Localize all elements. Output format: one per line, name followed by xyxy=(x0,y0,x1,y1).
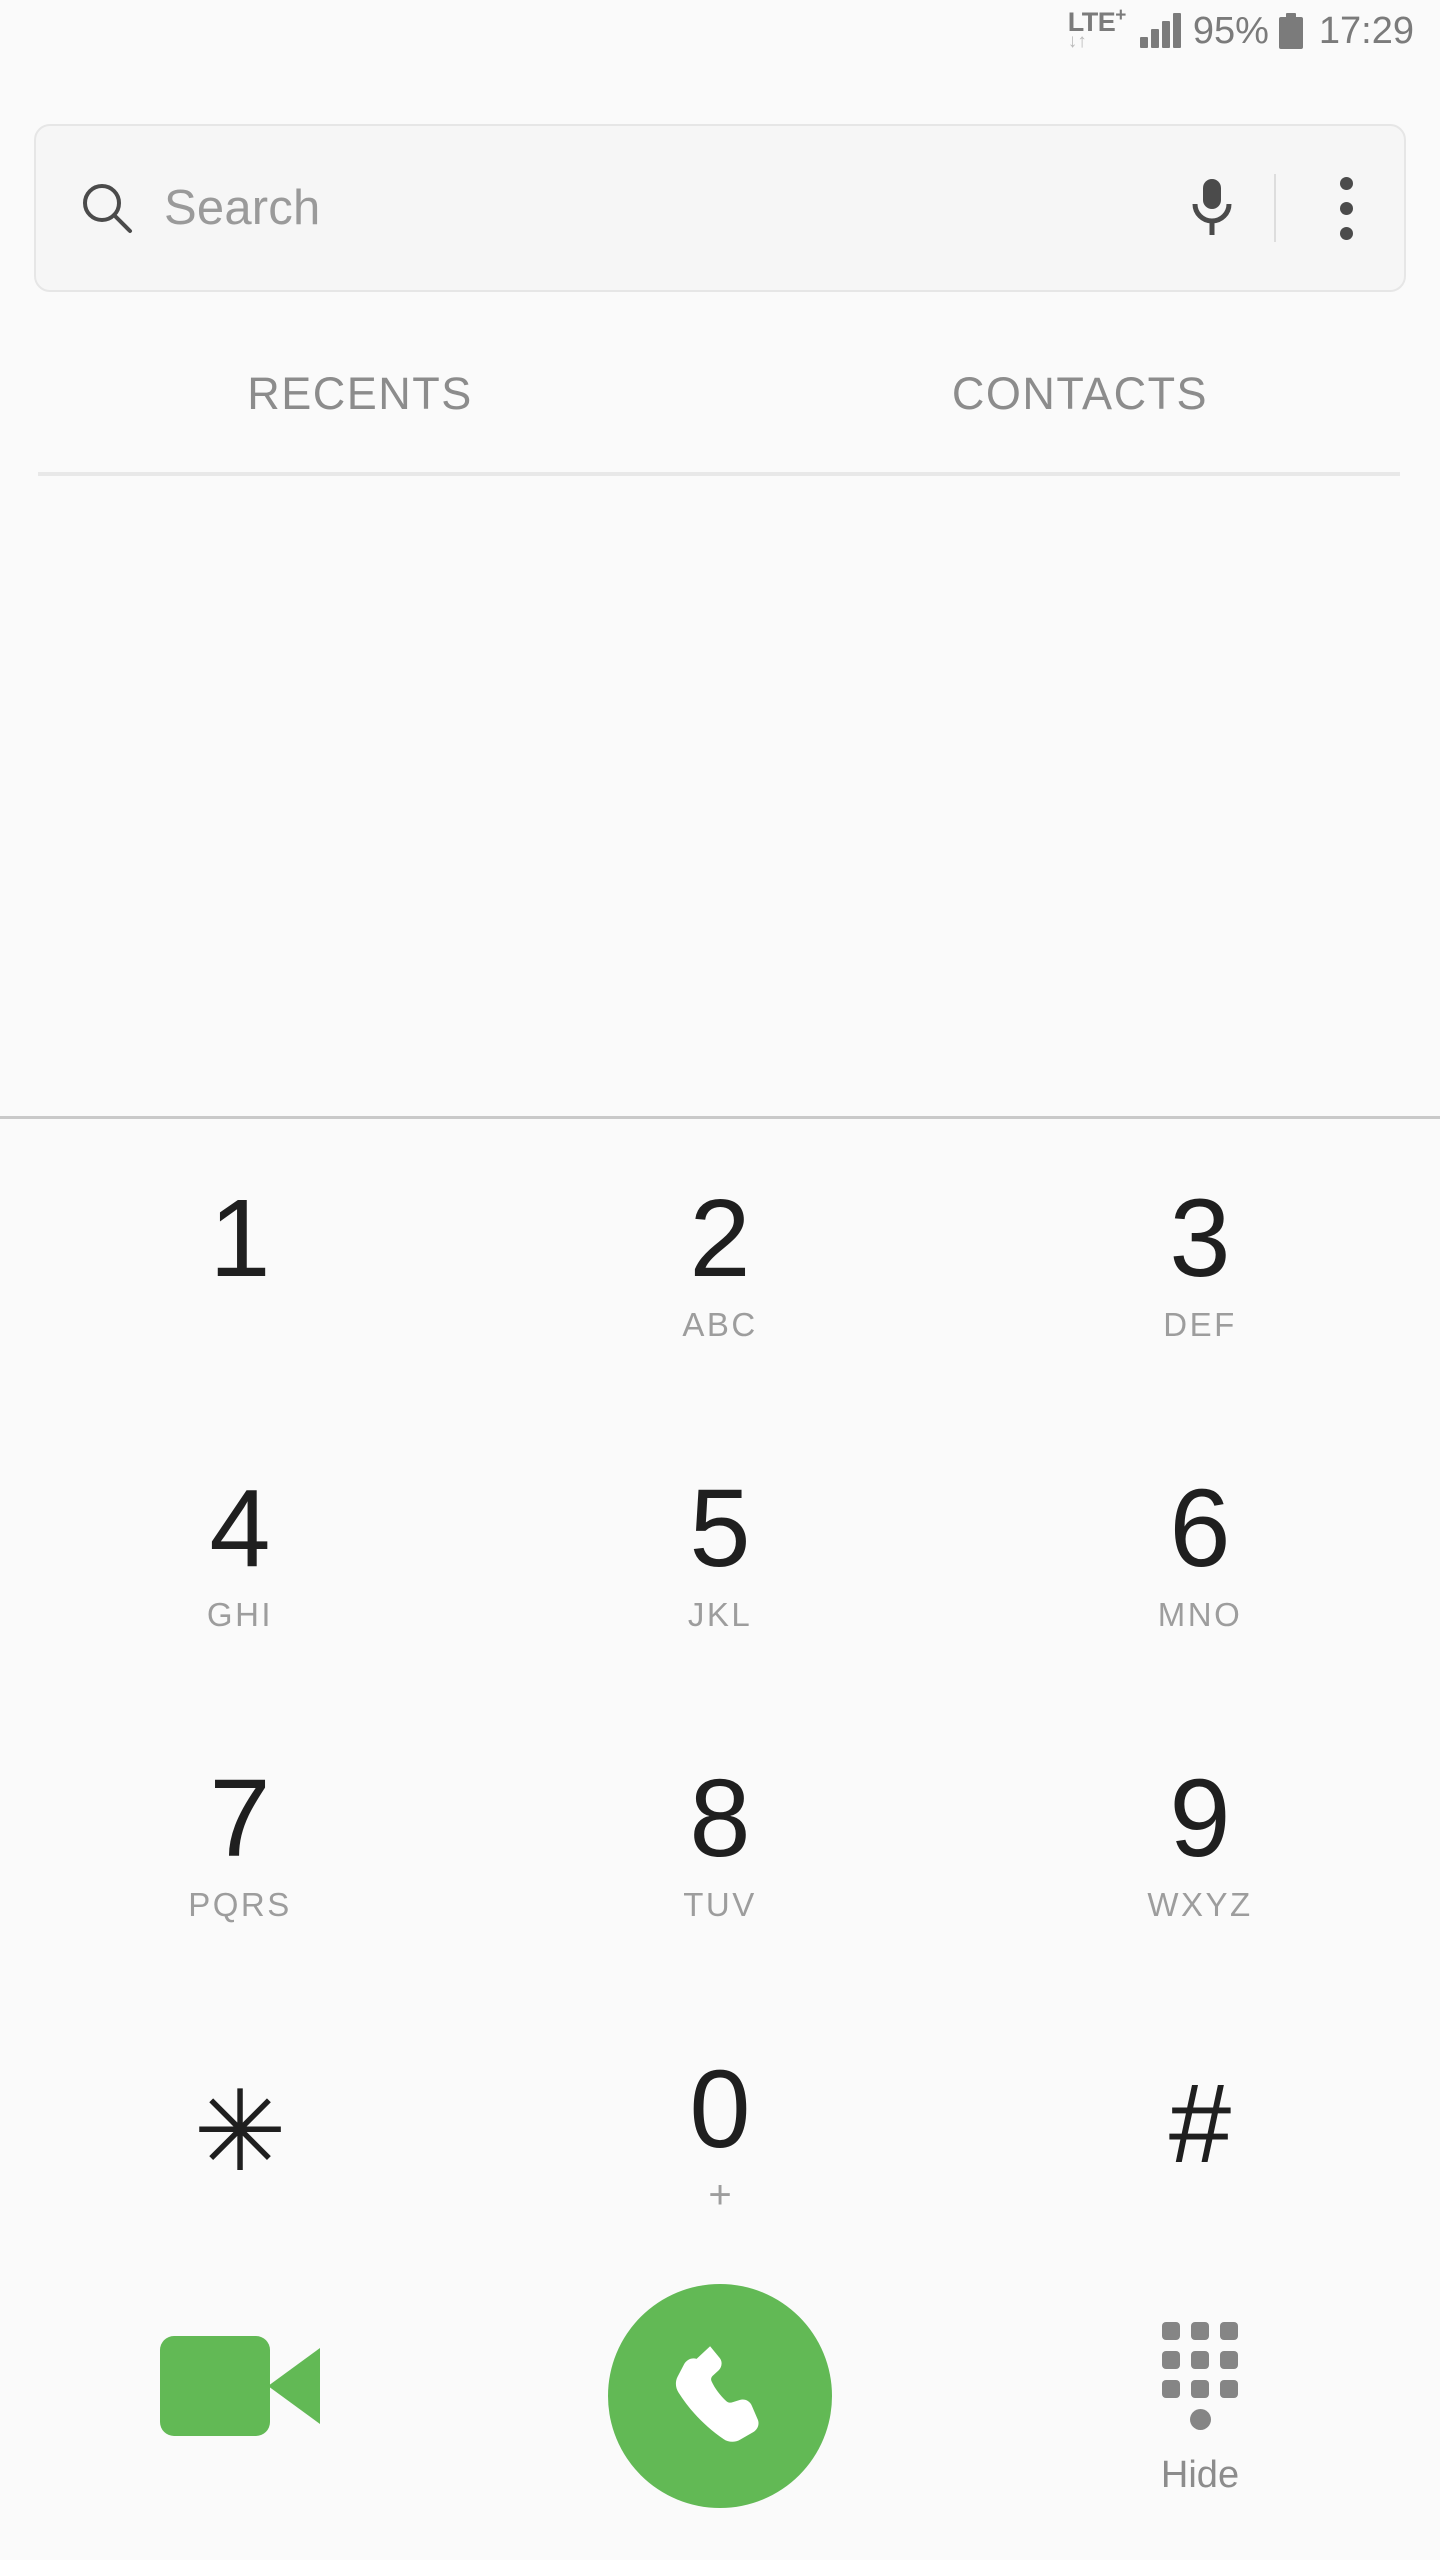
dialer-screen: LTE+ ↓↑ 95% 17:29 Search RECENTS CONTACT… xyxy=(0,0,1440,2560)
dialpad-key-7[interactable]: 7 PQRS xyxy=(0,1699,480,1989)
more-vertical-icon[interactable] xyxy=(1316,163,1376,253)
dialpad-key-1[interactable]: 1 xyxy=(0,1119,480,1409)
tab-recents[interactable]: RECENTS xyxy=(0,330,720,458)
hide-keypad-content: Hide xyxy=(1161,2322,1239,2494)
hide-keypad-label: Hide xyxy=(1160,2454,1240,2496)
tab-bar: RECENTS CONTACTS xyxy=(0,330,1440,458)
dialpad-key-letters: DEF xyxy=(1163,1305,1237,1343)
dialpad-key-8[interactable]: 8 TUV xyxy=(480,1699,960,1989)
battery-icon xyxy=(1278,13,1303,49)
dialpad-row: ✳ + 0 + # + xyxy=(0,1989,1440,2279)
battery-percent-label: 95% xyxy=(1192,10,1269,52)
dialpad-row: 4 GHI 5 JKL 6 MNO xyxy=(0,1409,1440,1699)
search-bar[interactable]: Search xyxy=(34,124,1406,292)
dialpad-key-digit: 4 xyxy=(209,1467,271,1591)
dialpad-key-6[interactable]: 6 MNO xyxy=(960,1409,1440,1699)
dialpad-key-3[interactable]: 3 DEF xyxy=(960,1119,1440,1409)
microphone-icon[interactable] xyxy=(1190,177,1234,239)
dialpad-key-digit: 0 xyxy=(689,2048,751,2172)
video-camera-icon xyxy=(160,2328,320,2444)
call-button[interactable] xyxy=(608,2284,832,2508)
dialpad-key-4[interactable]: 4 GHI xyxy=(0,1409,480,1699)
dialpad-key-2[interactable]: 2 ABC xyxy=(480,1119,960,1409)
status-indicators: LTE+ ↓↑ 95% 17:29 xyxy=(1067,5,1414,55)
search-input[interactable]: Search xyxy=(164,180,1190,236)
dialpad-row: 1 2 ABC 3 DEF xyxy=(0,1119,1440,1409)
network-plus-superscript: + xyxy=(1115,5,1126,26)
tab-contacts[interactable]: CONTACTS xyxy=(720,330,1440,458)
dialpad-key-digit: 7 xyxy=(209,1757,271,1881)
video-call-button[interactable] xyxy=(0,2280,480,2560)
call-button-cell xyxy=(480,2280,960,2560)
signal-strength-icon xyxy=(1139,12,1181,48)
search-icon xyxy=(83,184,132,233)
data-transfer-arrows-icon: ↓↑ xyxy=(1067,31,1087,52)
search-bar-divider xyxy=(1274,174,1276,242)
status-bar: LTE+ ↓↑ 95% 17:29 xyxy=(0,0,1440,62)
dialpad-key-digit: 1 xyxy=(209,1177,271,1301)
dialpad: 1 2 ABC 3 DEF 4 GHI 5 JKL 6 MNO 7 PQRS 8… xyxy=(0,1119,1440,2279)
tab-bar-underline xyxy=(38,472,1400,476)
dialpad-key-letters: TUV xyxy=(683,1885,757,1923)
phone-handset-icon xyxy=(675,2346,759,2442)
dialpad-key-letters: PQRS xyxy=(188,1885,292,1923)
dialer-action-bar: Hide xyxy=(0,2280,1440,2560)
dialpad-row: 7 PQRS 8 TUV 9 WXYZ xyxy=(0,1699,1440,1989)
dialpad-key-letters: GHI xyxy=(206,1595,274,1633)
dialpad-key-9[interactable]: 9 WXYZ xyxy=(960,1699,1440,1989)
network-type-indicator: LTE+ ↓↑ xyxy=(1067,5,1127,55)
dialpad-key-letters: WXYZ xyxy=(1147,1885,1253,1923)
dialpad-key-digit: 3 xyxy=(1169,1177,1231,1301)
dialpad-key-digit: # xyxy=(1168,2061,1232,2187)
status-clock: 17:29 xyxy=(1318,10,1414,52)
dialpad-key-star[interactable]: ✳ + xyxy=(0,1989,480,2279)
dialpad-key-0[interactable]: 0 + xyxy=(480,1989,960,2279)
dialpad-key-digit: 2 xyxy=(689,1177,751,1301)
dialpad-key-digit: 5 xyxy=(689,1467,751,1591)
hide-keypad-button[interactable]: Hide xyxy=(960,2280,1440,2560)
dialpad-key-digit: 6 xyxy=(1169,1467,1231,1591)
dialpad-key-digit: ✳ xyxy=(193,2069,287,2195)
call-log-list-area xyxy=(0,480,1440,1116)
dialpad-key-digit: 9 xyxy=(1169,1757,1231,1881)
dialpad-icon xyxy=(1162,2322,1238,2398)
dialpad-key-letters: ABC xyxy=(682,1305,758,1343)
dialpad-key-hash[interactable]: # + xyxy=(960,1989,1440,2279)
dialpad-key-alt: + xyxy=(708,2172,732,2217)
dialpad-key-letters: MNO xyxy=(1157,1595,1243,1633)
dialpad-key-5[interactable]: 5 JKL xyxy=(480,1409,960,1699)
dialpad-key-letters: JKL xyxy=(687,1595,753,1633)
dialpad-icon-dot xyxy=(1189,2409,1211,2430)
dialpad-key-digit: 8 xyxy=(689,1757,751,1881)
